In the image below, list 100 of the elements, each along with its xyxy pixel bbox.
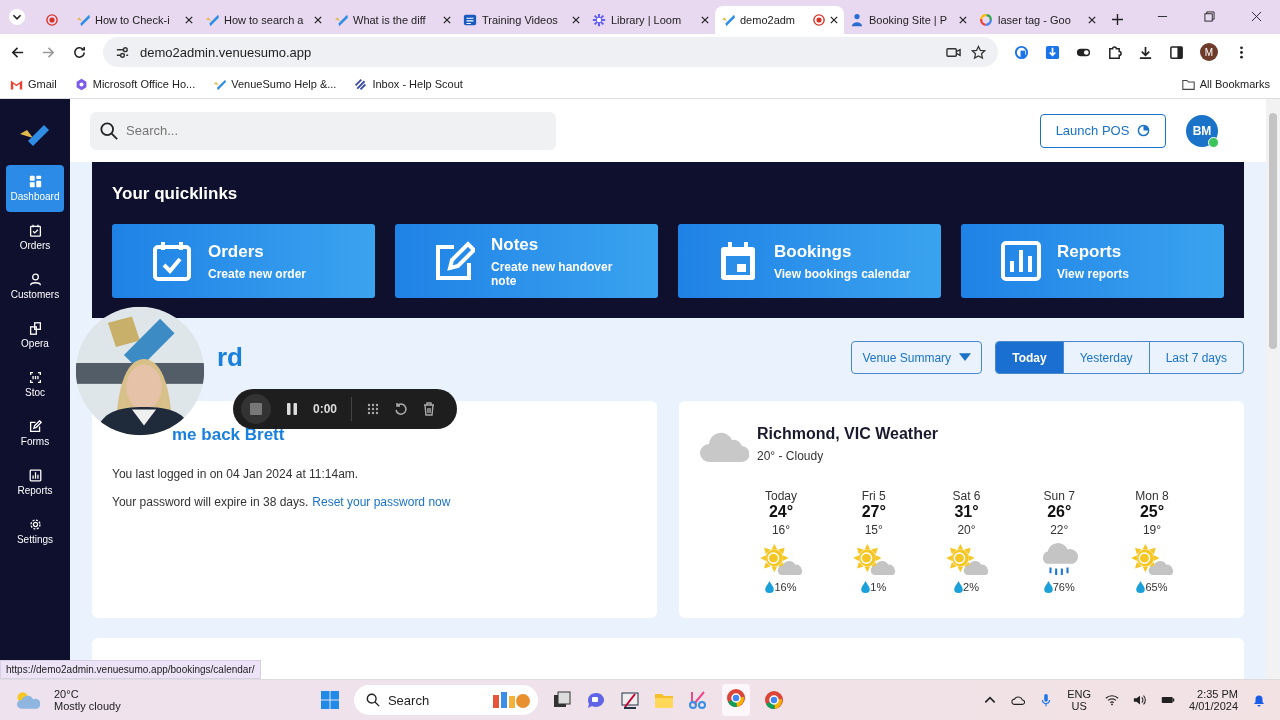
pause-icon[interactable] (285, 402, 299, 416)
browser-icon[interactable] (763, 690, 784, 710)
close-icon[interactable] (1088, 16, 1096, 24)
range-tab[interactable]: Yesterday (1062, 342, 1149, 373)
sidebar-item[interactable]: Settings (6, 508, 64, 555)
close-icon[interactable] (830, 16, 838, 24)
browser-tab[interactable]: What is the diff (328, 6, 457, 34)
tab-title: What is the diff (353, 14, 427, 26)
document-icon (463, 13, 477, 27)
starburst-icon (592, 13, 606, 27)
profile-avatar[interactable]: M (1200, 43, 1218, 61)
low-temp: 19° (1142, 523, 1162, 537)
clock-date[interactable]: 4/01/2024 (1189, 700, 1238, 712)
restart-icon[interactable] (394, 402, 409, 416)
hexagon-icon (74, 77, 88, 91)
search-field[interactable]: Search... (90, 111, 556, 150)
ring-icon (979, 13, 993, 27)
recording-time: 0:00 (313, 402, 338, 416)
check-logo-icon[interactable] (19, 123, 51, 147)
sidebar-item[interactable]: Forms (6, 410, 64, 457)
close-icon[interactable] (959, 16, 967, 24)
scrollbar[interactable] (1266, 99, 1280, 679)
drawing-tablet-icon[interactable] (619, 690, 640, 710)
close-icon[interactable] (701, 16, 709, 24)
trash-icon[interactable] (422, 402, 437, 416)
taskbar-search[interactable]: Search (353, 685, 538, 715)
sidebar-item[interactable]: Reports (6, 459, 64, 506)
scissors-icon[interactable] (687, 690, 708, 710)
bookmark[interactable]: Gmail (10, 77, 57, 91)
drop-icon (1043, 581, 1053, 593)
stop-button[interactable] (241, 394, 271, 424)
high-temp: 27° (861, 503, 886, 521)
star-icon[interactable] (971, 44, 986, 60)
edit-icon (28, 420, 42, 433)
clock-time[interactable]: 2:35 PM (1197, 688, 1238, 700)
chat-icon[interactable] (585, 690, 606, 710)
range-tab[interactable]: Last 7 days (1148, 342, 1243, 373)
extension-icon[interactable] (1014, 44, 1029, 60)
browser-tab[interactable]: How to Check-i (70, 6, 199, 34)
day-name: Sun 7 (1043, 489, 1075, 503)
tab-list-icon[interactable] (8, 8, 26, 26)
drop-icon (954, 581, 964, 593)
all-bookmarks-button[interactable]: All Bookmarks (1181, 77, 1270, 91)
download-icon[interactable] (1138, 44, 1153, 60)
check-logo-icon (213, 77, 227, 91)
tab-title: laser tag - Goo (998, 14, 1072, 26)
address-field[interactable]: demo2admin.venuesumo.app (103, 37, 998, 67)
range-tab[interactable]: Today (996, 342, 1063, 373)
task-view-icon[interactable] (551, 690, 572, 710)
close-icon[interactable] (314, 16, 322, 24)
edit-icon (435, 241, 475, 281)
browser-tab[interactable]: Library | Loom (586, 6, 715, 34)
language-text[interactable]: ENG (1067, 688, 1092, 700)
browser-tab[interactable]: Booking Site | P (844, 6, 973, 34)
bookmark[interactable]: Inbox - Help Scout (354, 77, 463, 91)
reset-password-link[interactable]: Reset your password now (312, 495, 451, 509)
wifi-icon[interactable] (1105, 693, 1120, 707)
high-temp: 25° (1139, 503, 1165, 521)
browser-tab[interactable]: How to search a (199, 6, 328, 34)
browser-tab[interactable]: demo2adm (715, 6, 844, 34)
password-expiry-text: Your password will expire in 38 days. (112, 495, 309, 509)
venue-dropdown[interactable]: Venue Summary (851, 341, 983, 374)
drop-icon (1136, 581, 1146, 593)
cloud-icon[interactable] (1011, 693, 1026, 707)
start-icon[interactable] (319, 690, 340, 710)
restore-icon[interactable] (1204, 11, 1215, 22)
low-temp: 20° (957, 523, 976, 537)
sidebar-item[interactable]: Dashboard (6, 165, 64, 212)
dots-grid-icon[interactable] (366, 402, 381, 416)
current-weather: 20° - Cloudy (757, 449, 825, 463)
browser-tab[interactable]: laser tag - Goo (973, 6, 1102, 34)
bookmark[interactable]: VenueSumo Help &... (213, 77, 337, 91)
bell-icon[interactable] (1252, 693, 1266, 707)
region-text[interactable]: US (1071, 700, 1087, 712)
close-icon[interactable] (443, 16, 451, 24)
taskbar-temperature: 20°C (54, 688, 80, 700)
close-icon[interactable] (572, 16, 580, 24)
puzzle-icon[interactable] (1107, 44, 1122, 60)
rain-chance: 1% (861, 581, 887, 593)
sidebar-item[interactable]: Stoc (6, 361, 64, 408)
stripes-icon (354, 77, 368, 91)
browser-icon[interactable] (725, 688, 746, 708)
rain-chance: 76% (1043, 581, 1075, 593)
card-subtitle: View reports (1057, 266, 1129, 281)
sidebar-item[interactable]: Orders (6, 214, 64, 261)
new-tab-icon[interactable] (1112, 14, 1123, 25)
bookmark[interactable]: Microsoft Office Ho... (74, 77, 196, 91)
close-icon[interactable] (1251, 11, 1262, 22)
side-panel-icon[interactable] (1169, 44, 1184, 60)
close-icon[interactable] (185, 16, 193, 24)
speaker-icon[interactable] (1133, 693, 1148, 707)
sidebar-item[interactable]: Customers (6, 263, 64, 310)
page-heading: rd (217, 342, 243, 373)
card-title: Orders (208, 241, 265, 262)
browser-tab[interactable]: Training Videos (457, 6, 586, 34)
user-avatar[interactable]: BM (1186, 114, 1218, 147)
sidebar-item[interactable]: Opera (6, 312, 64, 359)
site-settings-icon[interactable] (115, 44, 130, 60)
reload-icon[interactable] (72, 44, 87, 60)
launch-pos-button[interactable]: Launch POS (1040, 113, 1166, 148)
